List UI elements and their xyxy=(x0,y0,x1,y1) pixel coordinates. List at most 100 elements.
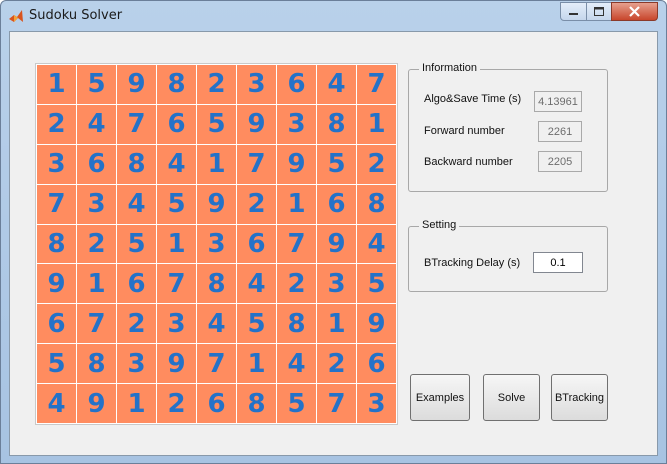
sudoku-cell: 9 xyxy=(277,144,316,184)
sudoku-cell: 6 xyxy=(237,224,276,264)
sudoku-cell: 3 xyxy=(197,224,236,264)
sudoku-cell: 5 xyxy=(197,104,236,144)
sudoku-cell: 3 xyxy=(317,264,356,304)
sudoku-cell: 9 xyxy=(37,264,76,304)
sudoku-cell: 8 xyxy=(197,264,236,304)
sudoku-cell: 4 xyxy=(317,65,356,104)
sudoku-cell: 1 xyxy=(317,304,356,344)
sudoku-cell: 4 xyxy=(77,104,116,144)
examples-button[interactable]: Examples xyxy=(410,374,470,421)
algo-time-label: Algo&Save Time (s) xyxy=(424,93,522,105)
sudoku-cell: 7 xyxy=(317,384,356,423)
sudoku-cell: 2 xyxy=(237,184,276,224)
sudoku-cell: 7 xyxy=(197,344,236,384)
sudoku-cell: 1 xyxy=(117,384,156,423)
sudoku-cell: 5 xyxy=(37,344,76,384)
sudoku-cell: 2 xyxy=(157,384,196,423)
sudoku-cell: 2 xyxy=(37,104,76,144)
sudoku-cell: 5 xyxy=(77,65,116,104)
sudoku-cell: 3 xyxy=(277,104,316,144)
sudoku-board: 1598236472476593813684179527345921688251… xyxy=(35,63,398,425)
sudoku-cell: 2 xyxy=(77,224,116,264)
sudoku-cell: 8 xyxy=(277,304,316,344)
sudoku-cell: 1 xyxy=(157,224,196,264)
sudoku-cell: 5 xyxy=(117,224,156,264)
sudoku-cell: 3 xyxy=(37,144,76,184)
setting-group: Setting BTracking Delay (s) 0.1 xyxy=(408,219,608,292)
sudoku-cell: 7 xyxy=(117,104,156,144)
sudoku-cell: 3 xyxy=(157,304,196,344)
sudoku-cell: 6 xyxy=(77,144,116,184)
sudoku-cell: 3 xyxy=(237,65,276,104)
sudoku-cell: 7 xyxy=(37,184,76,224)
matlab-logo-icon xyxy=(8,8,24,24)
title-bar[interactable]: Sudoku Solver xyxy=(1,1,666,31)
sudoku-cell: 1 xyxy=(77,264,116,304)
sudoku-cell: 9 xyxy=(157,344,196,384)
sudoku-cell: 8 xyxy=(157,65,196,104)
sudoku-cell: 3 xyxy=(77,184,116,224)
algo-time-field: 4.13961 xyxy=(534,91,582,112)
information-title: Information xyxy=(419,62,481,74)
backward-number-field: 2205 xyxy=(538,151,582,172)
sudoku-cell: 1 xyxy=(357,104,396,144)
btracking-delay-input[interactable]: 0.1 xyxy=(533,252,583,273)
sudoku-cell: 9 xyxy=(117,65,156,104)
close-button[interactable] xyxy=(611,2,658,21)
sudoku-cell: 4 xyxy=(157,144,196,184)
btracking-delay-label: BTracking Delay (s) xyxy=(424,257,521,269)
sudoku-cell: 4 xyxy=(277,344,316,384)
sudoku-cell: 4 xyxy=(357,224,396,264)
sudoku-cell: 4 xyxy=(237,264,276,304)
setting-title: Setting xyxy=(419,219,460,231)
sudoku-cell: 9 xyxy=(357,304,396,344)
backward-number-label: Backward number xyxy=(424,156,513,168)
sudoku-cell: 7 xyxy=(357,65,396,104)
sudoku-cell: 5 xyxy=(277,384,316,423)
sudoku-cell: 1 xyxy=(37,65,76,104)
sudoku-cell: 6 xyxy=(197,384,236,423)
minimize-button[interactable] xyxy=(560,2,587,21)
sudoku-cell: 6 xyxy=(37,304,76,344)
solve-button[interactable]: Solve xyxy=(483,374,540,421)
sudoku-cell: 5 xyxy=(157,184,196,224)
sudoku-cell: 8 xyxy=(317,104,356,144)
sudoku-cell: 7 xyxy=(157,264,196,304)
sudoku-cell: 9 xyxy=(317,224,356,264)
sudoku-cell: 6 xyxy=(277,65,316,104)
sudoku-cell: 9 xyxy=(237,104,276,144)
sudoku-cell: 7 xyxy=(77,304,116,344)
sudoku-cell: 2 xyxy=(277,264,316,304)
sudoku-cell: 4 xyxy=(197,304,236,344)
close-icon xyxy=(629,6,640,17)
sudoku-cell: 6 xyxy=(157,104,196,144)
sudoku-cell: 4 xyxy=(117,184,156,224)
sudoku-cell: 8 xyxy=(77,344,116,384)
maximize-button[interactable] xyxy=(586,2,612,21)
information-group: Information Algo&Save Time (s) 4.13961 F… xyxy=(408,62,608,192)
minimize-icon xyxy=(569,13,578,15)
sudoku-cell: 8 xyxy=(357,184,396,224)
sudoku-cell: 2 xyxy=(197,65,236,104)
sudoku-cell: 1 xyxy=(197,144,236,184)
sudoku-cell: 6 xyxy=(357,344,396,384)
sudoku-cell: 1 xyxy=(237,344,276,384)
sudoku-cell: 9 xyxy=(197,184,236,224)
sudoku-cell: 9 xyxy=(77,384,116,423)
sudoku-cell: 3 xyxy=(117,344,156,384)
sudoku-cell: 2 xyxy=(117,304,156,344)
forward-number-label: Forward number xyxy=(424,125,505,137)
sudoku-cell: 5 xyxy=(237,304,276,344)
sudoku-cell: 4 xyxy=(37,384,76,423)
sudoku-cell: 8 xyxy=(237,384,276,423)
sudoku-cell: 8 xyxy=(117,144,156,184)
maximize-icon xyxy=(594,7,604,16)
sudoku-cell: 2 xyxy=(357,144,396,184)
sudoku-cell: 3 xyxy=(357,384,396,423)
sudoku-cell: 5 xyxy=(357,264,396,304)
sudoku-cell: 6 xyxy=(117,264,156,304)
app-window: Sudoku Solver 15982364724765938136841795… xyxy=(0,0,667,464)
sudoku-cell: 7 xyxy=(277,224,316,264)
sudoku-cell: 6 xyxy=(317,184,356,224)
btracking-button[interactable]: BTracking xyxy=(551,374,608,421)
